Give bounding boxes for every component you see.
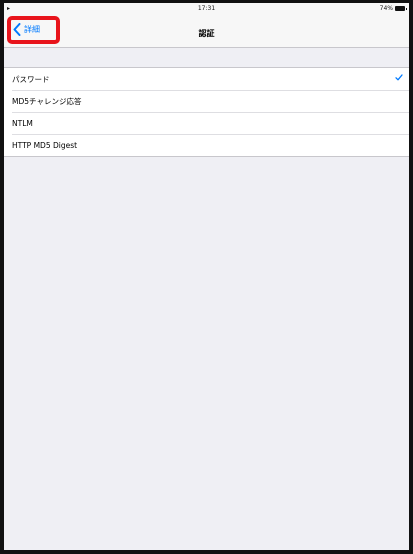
status-bar: ▸ 17:31 74% <box>4 3 409 15</box>
list-item-label: MD5チャレンジ応答 <box>12 96 82 106</box>
page-title: 認証 <box>198 29 215 38</box>
navigation-bar: 詳細 認証 <box>4 15 409 48</box>
ipad-screen: ▸ 17:31 74% 詳細 認証 パスワード MD5チャレンジ応答 NTLM <box>0 0 413 554</box>
list-item-http-md5-digest[interactable]: HTTP MD5 Digest <box>4 134 409 156</box>
battery-icon <box>395 6 407 11</box>
list-item-password[interactable]: パスワード <box>4 68 409 90</box>
list-item-ntlm[interactable]: NTLM <box>4 112 409 134</box>
status-time: 17:31 <box>197 5 216 12</box>
list-item-label: NTLM <box>12 118 33 128</box>
battery-indicator: 74% <box>379 5 407 12</box>
auth-options-list: パスワード MD5チャレンジ応答 NTLM HTTP MD5 Digest <box>4 67 409 157</box>
checkmark-icon <box>395 74 403 81</box>
list-item-md5-challenge[interactable]: MD5チャレンジ応答 <box>4 90 409 112</box>
list-item-label: HTTP MD5 Digest <box>12 140 78 150</box>
list-item-label: パスワード <box>12 74 50 84</box>
battery-percent: 74% <box>379 5 393 12</box>
